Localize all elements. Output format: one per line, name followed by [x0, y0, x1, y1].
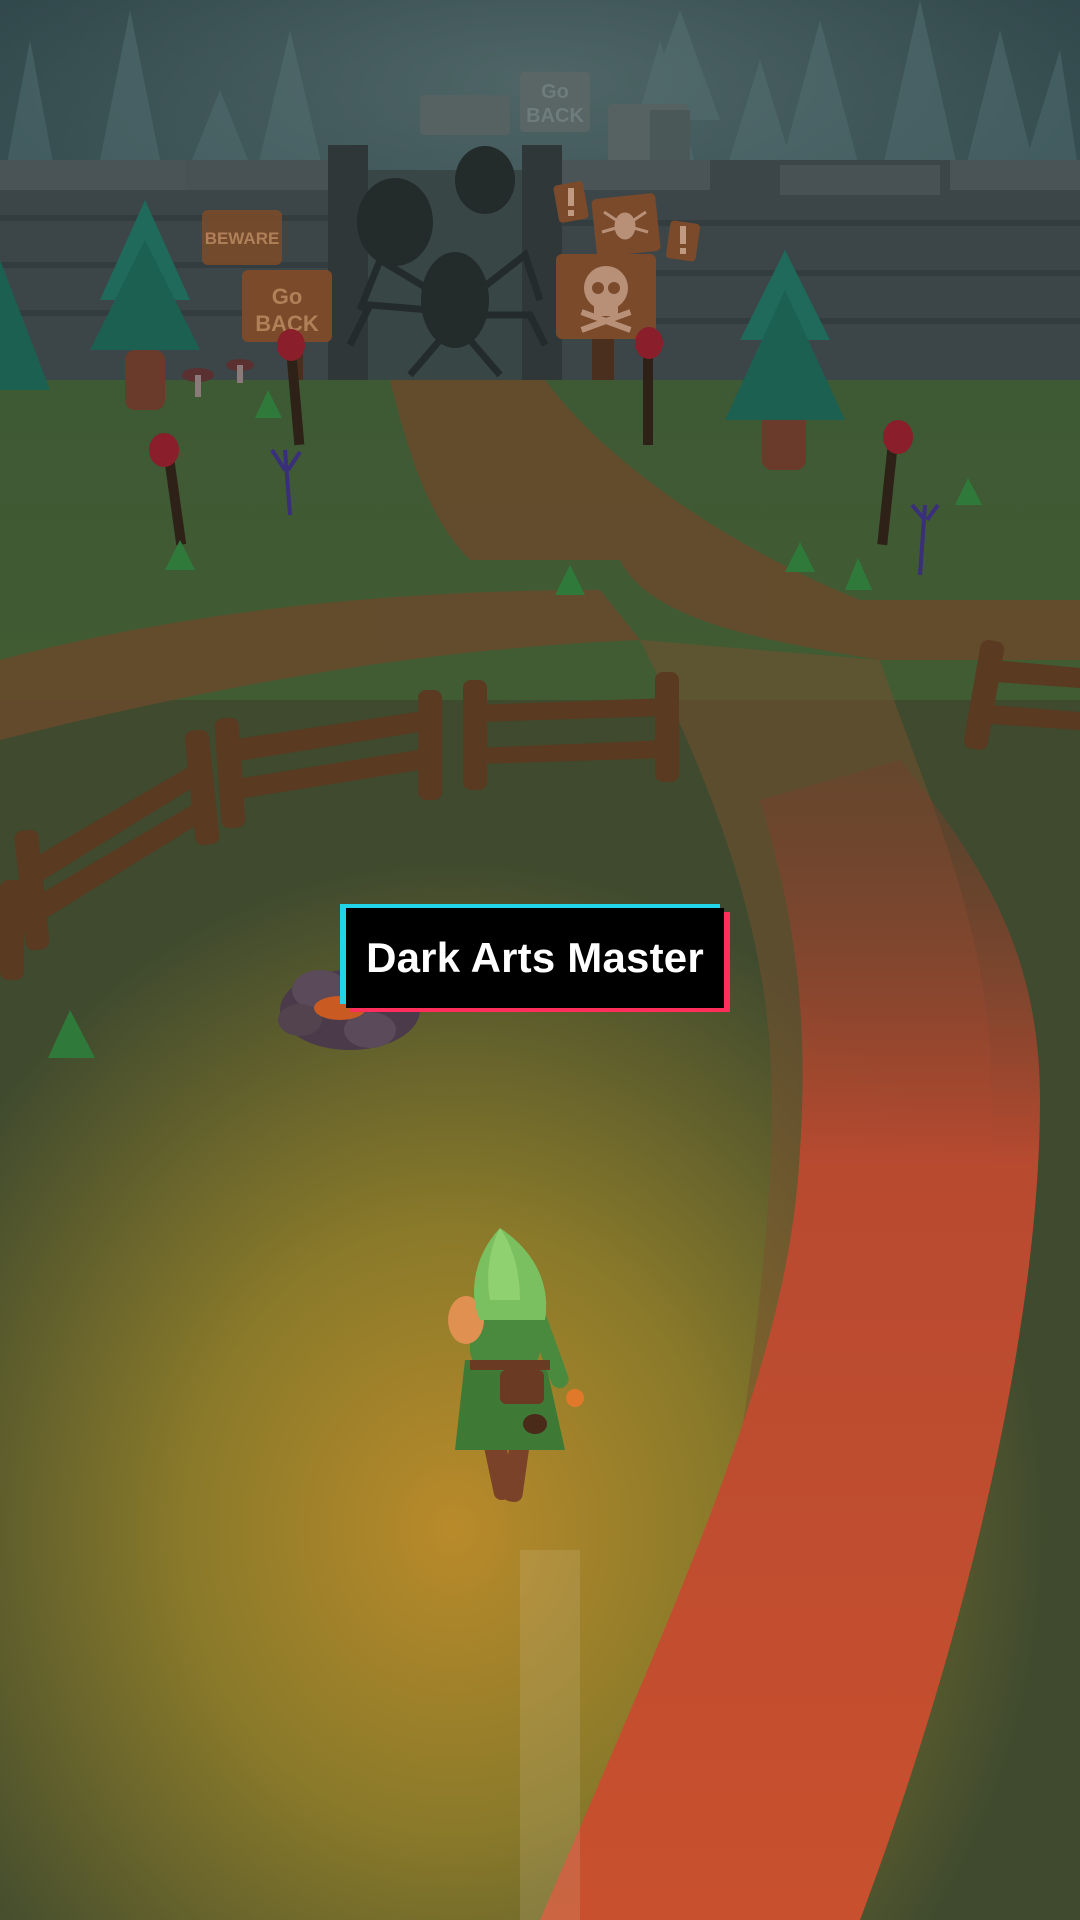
svg-text:Go: Go [272, 284, 303, 309]
svg-text:BACK: BACK [526, 105, 584, 127]
caption-box: Dark Arts Master [346, 908, 724, 1008]
caption: Dark Arts Master [340, 904, 730, 1012]
beware-sign: BEWARE [202, 210, 282, 265]
caption-text: Dark Arts Master [366, 934, 704, 981]
svg-text:BEWARE: BEWARE [205, 229, 280, 248]
svg-text:Go: Go [541, 81, 569, 103]
